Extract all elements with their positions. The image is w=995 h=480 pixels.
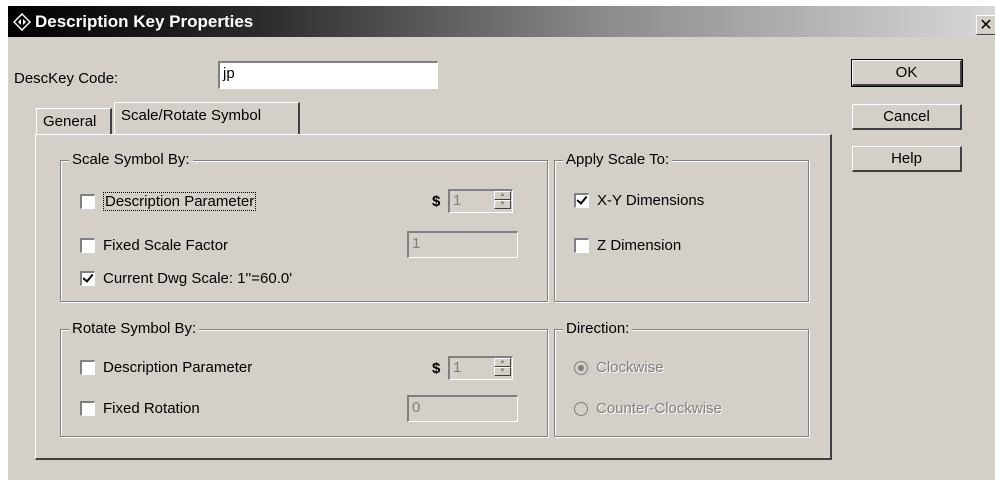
cancel-button[interactable]: Cancel [852,104,962,130]
description-key-properties-dialog: Description Key Properties ✕ DescKey Cod… [7,5,995,480]
current-dwg-scale-checkbox[interactable]: Current Dwg Scale: 1''=60.0' [80,270,292,287]
radio-circle[interactable] [574,401,588,416]
scale-symbol-group: Scale Symbol By: Description Parameter $… [60,151,548,302]
window-title: Description Key Properties [35,12,254,31]
scale-currency-symbol: $ [432,193,441,210]
checkbox-label: Current Dwg Scale: 1''=60.0' [103,270,293,287]
rotate-currency-symbol: $ [432,360,441,377]
tab-panel-scale-rotate: Scale Symbol By: Description Parameter $… [35,134,832,460]
title-bar[interactable]: Description Key Properties ✕ [8,6,995,37]
rotate-description-parameter-checkbox[interactable]: Description Parameter [80,359,252,376]
checkbox-box[interactable] [574,193,589,208]
spinner-up-icon[interactable]: ▲ [494,191,511,200]
spinner-down-icon[interactable]: ▼ [494,367,511,376]
radio-label: Counter-Clockwise [596,400,722,417]
counter-clockwise-radio[interactable]: Counter-Clockwise [574,400,722,417]
checkbox-label: Description Parameter [103,359,253,376]
checkbox-label: Fixed Rotation [103,400,200,417]
apply-scale-group-title: Apply Scale To: [563,151,673,168]
fixed-rotation-input[interactable]: 0 [407,395,518,422]
apply-scale-group: Apply Scale To: X-Y Dimensions Z Dimensi… [554,151,809,302]
desckey-code-input[interactable]: jp [218,61,438,89]
close-icon[interactable]: ✕ [976,15,995,35]
checkbox-label: X-Y Dimensions [597,192,705,209]
fixed-rotation-checkbox[interactable]: Fixed Rotation [80,400,200,417]
radio-circle[interactable] [574,360,588,375]
rotate-symbol-group: Rotate Symbol By: Description Parameter … [60,320,548,437]
dialog-app-icon [13,13,31,31]
fixed-scale-factor-checkbox[interactable]: Fixed Scale Factor [80,237,228,254]
scale-symbol-group-title: Scale Symbol By: [69,151,193,168]
fixed-scale-factor-input[interactable]: 1 [407,231,518,258]
tab-general[interactable]: General [36,108,112,135]
checkbox-label: Description Parameter [103,192,257,211]
checkbox-label: Z Dimension [597,237,682,254]
checkbox-box[interactable] [80,360,95,375]
spinner-down-icon[interactable]: ▼ [494,200,511,209]
scale-description-parameter-checkbox[interactable]: Description Parameter [80,192,257,211]
help-button[interactable]: Help [852,146,962,172]
tab-scale-rotate-symbol[interactable]: Scale/Rotate Symbol [114,102,300,134]
checkbox-box[interactable] [80,271,95,286]
direction-group-title: Direction: [563,320,633,337]
direction-group: Direction: Clockwise Counter-Clockwise [554,320,809,437]
scale-parameter-spinner[interactable]: 1 ▲ ▼ [448,189,513,213]
checkbox-box[interactable] [80,194,95,209]
rotate-parameter-spinner[interactable]: 1 ▲ ▼ [448,356,513,380]
spinner-arrows[interactable]: ▲ ▼ [494,358,511,377]
checkbox-label: Fixed Scale Factor [103,237,229,254]
checkbox-box[interactable] [80,238,95,253]
checkbox-box[interactable] [80,401,95,416]
rotate-symbol-group-title: Rotate Symbol By: [69,320,200,337]
clockwise-radio[interactable]: Clockwise [574,359,664,376]
z-dimension-checkbox[interactable]: Z Dimension [574,237,681,254]
spinner-arrows[interactable]: ▲ ▼ [494,191,511,210]
desckey-code-label: DescKey Code: [14,70,119,87]
xy-dimensions-checkbox[interactable]: X-Y Dimensions [574,192,704,209]
ok-button[interactable]: OK [851,59,963,87]
radio-label: Clockwise [596,359,664,376]
spinner-up-icon[interactable]: ▲ [494,358,511,367]
checkbox-box[interactable] [574,238,589,253]
